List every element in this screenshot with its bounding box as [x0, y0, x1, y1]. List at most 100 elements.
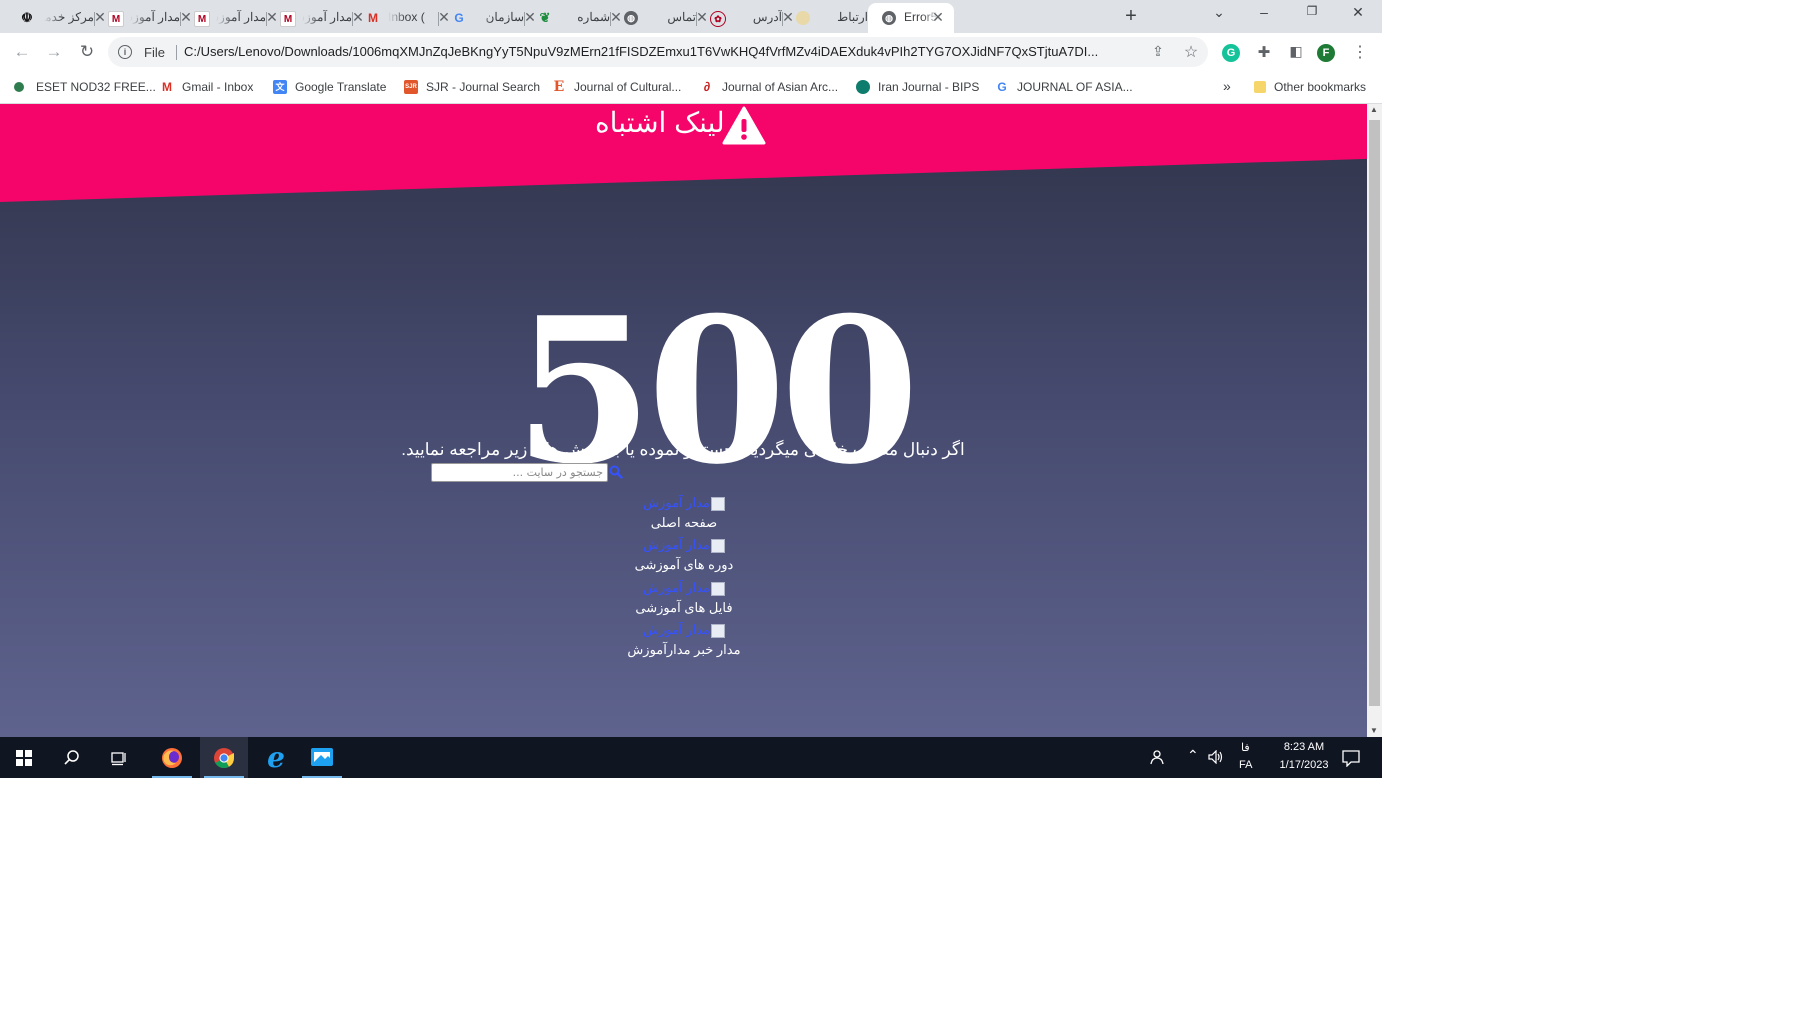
grammarly-icon[interactable]: G	[1222, 44, 1240, 62]
address-bar[interactable]: i File C:/Users/Lenovo/Downloads/1006mqX…	[108, 37, 1208, 67]
bookmark-item[interactable]: ∂ Journal of Asian Arc...	[700, 79, 838, 95]
task-view-button[interactable]	[96, 737, 144, 778]
language-indicator-top[interactable]: فا	[1241, 741, 1250, 754]
clock-time[interactable]: 8:23 AM	[1275, 741, 1333, 753]
link-label[interactable]: صفحه اصلی	[560, 515, 808, 531]
image-alt-text: مدار آموزش	[643, 537, 710, 552]
tab-search-chevron-icon[interactable]: ⌄	[1209, 4, 1229, 21]
task-view-icon	[111, 751, 126, 765]
firefox-icon	[162, 747, 182, 768]
other-bookmarks-folder[interactable]: Other bookmarks	[1254, 80, 1366, 94]
people-icon[interactable]	[1148, 749, 1164, 765]
bookmark-star-icon[interactable]: ☆	[1181, 42, 1201, 62]
start-button[interactable]	[0, 737, 48, 778]
volume-icon[interactable]	[1208, 750, 1224, 764]
emblem-icon: ✿	[710, 11, 726, 27]
running-indicator	[152, 776, 192, 778]
bookmark-item[interactable]: Iran Journal - BIPS	[856, 80, 979, 94]
site-search-input[interactable]	[431, 463, 608, 482]
broken-image-link[interactable]: مدار آموزش	[560, 537, 808, 553]
link-label[interactable]: دوره های آموزشی	[560, 557, 808, 573]
bookmark-item[interactable]: 文 Google Translate	[273, 80, 386, 94]
bookmark-item[interactable]: G JOURNAL OF ASIA...	[995, 80, 1132, 94]
chevron-up-icon[interactable]: ⌃	[1187, 747, 1199, 764]
nav-link-courses[interactable]: مدار آموزش دوره های آموزشی	[560, 537, 808, 573]
tab[interactable]: M مدار آموزش ✕	[180, 3, 278, 33]
minimize-button[interactable]: –	[1254, 4, 1274, 20]
url-text[interactable]: C:/Users/Lenovo/Downloads/1006mqXMJnZqJe…	[184, 44, 1142, 59]
tab[interactable]: ارتباط ✕	[782, 3, 880, 33]
tab[interactable]: M Inbox ( ✕	[352, 3, 450, 33]
tab-title: مدار آموزش	[302, 10, 352, 24]
folder-icon	[1254, 81, 1266, 93]
eset-icon	[14, 82, 24, 92]
tab-title: Inbox (	[388, 10, 438, 24]
bookmark-item[interactable]: SJR SJR - Journal Search	[404, 80, 540, 94]
google-icon: G	[454, 11, 464, 25]
language-indicator[interactable]: FA	[1239, 759, 1252, 771]
side-panel-icon[interactable]: ◧	[1286, 43, 1306, 60]
close-window-button[interactable]: ✕	[1348, 4, 1368, 21]
tab-title: سازمان	[474, 10, 524, 24]
translate-icon: 文	[273, 80, 287, 94]
broken-image-link[interactable]: مدار آموزش	[560, 495, 808, 511]
forward-button[interactable]: →	[44, 42, 64, 62]
taskbar-app-pinned[interactable]	[298, 737, 346, 778]
share-icon[interactable]: ⇪	[1148, 43, 1168, 60]
profile-avatar[interactable]: F	[1317, 44, 1335, 62]
search-icon[interactable]	[609, 465, 623, 479]
bookmark-item[interactable]: ESET NOD32 FREE...	[14, 80, 156, 94]
bookmark-item[interactable]: M Gmail - Inbox	[160, 80, 253, 94]
running-indicator	[204, 776, 244, 778]
more-menu-icon[interactable]: ⋮	[1350, 42, 1370, 62]
tab[interactable]: G سازمان ✕	[438, 3, 536, 33]
back-button[interactable]: ←	[12, 42, 32, 62]
link-label[interactable]: مدار خبر مدارآموزش	[560, 642, 808, 658]
extensions-puzzle-icon[interactable]: ✚	[1254, 43, 1274, 61]
broken-image-link[interactable]: مدار آموزش	[560, 622, 808, 638]
iran-emblem-icon: ☫	[21, 10, 33, 25]
nav-link-home[interactable]: مدار آموزش صفحه اصلی	[560, 495, 808, 531]
taskbar-app-internet-explorer[interactable]: e	[252, 737, 300, 778]
bookmark-item[interactable]: E Journal of Cultural...	[552, 80, 682, 94]
running-indicator	[302, 776, 342, 778]
chrome-icon	[214, 747, 235, 768]
tab[interactable]: M مدار آموزش ✕	[266, 3, 364, 33]
scroll-up-arrow-icon[interactable]: ▲	[1370, 105, 1378, 114]
bookmark-label: Google Translate	[295, 80, 387, 94]
windows-logo-icon	[16, 749, 32, 766]
screen: ☫ مرکز خدمات ✕ M مدار آموزش ✕ M مدار آمو…	[0, 0, 1382, 778]
scroll-thumb[interactable]	[1369, 120, 1380, 706]
info-icon[interactable]: i	[118, 45, 132, 59]
clock-date[interactable]: 1/17/2023	[1270, 759, 1338, 771]
taskbar-app-chrome[interactable]	[200, 737, 248, 778]
bookmark-label: Gmail - Inbox	[182, 80, 254, 94]
url-separator	[176, 45, 177, 60]
tab[interactable]: M مدار آموزش ✕	[94, 3, 192, 33]
swirl-icon: ∂	[703, 79, 711, 94]
link-label[interactable]: فایل های آموزشی	[560, 600, 808, 616]
windows-taskbar: e ⌃ فا FA 8:23 AM 1/17/2023	[0, 737, 1382, 778]
tab[interactable]: ❦ شماره ✕	[524, 3, 622, 33]
google-icon: G	[997, 80, 1007, 94]
notification-center-icon[interactable]	[1342, 749, 1360, 767]
broken-image-link[interactable]: مدار آموزش	[560, 580, 808, 596]
reload-button[interactable]: ↻	[77, 42, 97, 62]
tab-active[interactable]: ◍ Error500 ✕	[868, 3, 954, 33]
tab[interactable]: ◍ تماس ✕	[610, 3, 708, 33]
bookmark-label: Iran Journal - BIPS	[878, 80, 980, 94]
restore-button[interactable]: ❐	[1302, 4, 1322, 18]
taskbar-app-firefox[interactable]	[148, 737, 196, 778]
taskbar-search-button[interactable]	[48, 737, 96, 778]
tab[interactable]: ☫ مرکز خدمات ✕	[8, 3, 106, 33]
nav-link-news[interactable]: مدار آموزش مدار خبر مدارآموزش	[560, 622, 808, 658]
tab-title: آدرس	[732, 10, 782, 24]
close-icon[interactable]: ✕	[930, 9, 946, 26]
page-scrollbar[interactable]: ▲ ▼	[1367, 104, 1382, 737]
tab[interactable]: ✿ آدرس ✕	[696, 3, 794, 33]
new-tab-button[interactable]: +	[1121, 5, 1141, 28]
bookmarks-overflow-button[interactable]: »	[1223, 78, 1231, 94]
scroll-down-arrow-icon[interactable]: ▼	[1370, 726, 1378, 735]
nav-link-files[interactable]: مدار آموزش فایل های آموزشی	[560, 580, 808, 616]
tab-strip: ☫ مرکز خدمات ✕ M مدار آموزش ✕ M مدار آمو…	[0, 0, 1382, 33]
